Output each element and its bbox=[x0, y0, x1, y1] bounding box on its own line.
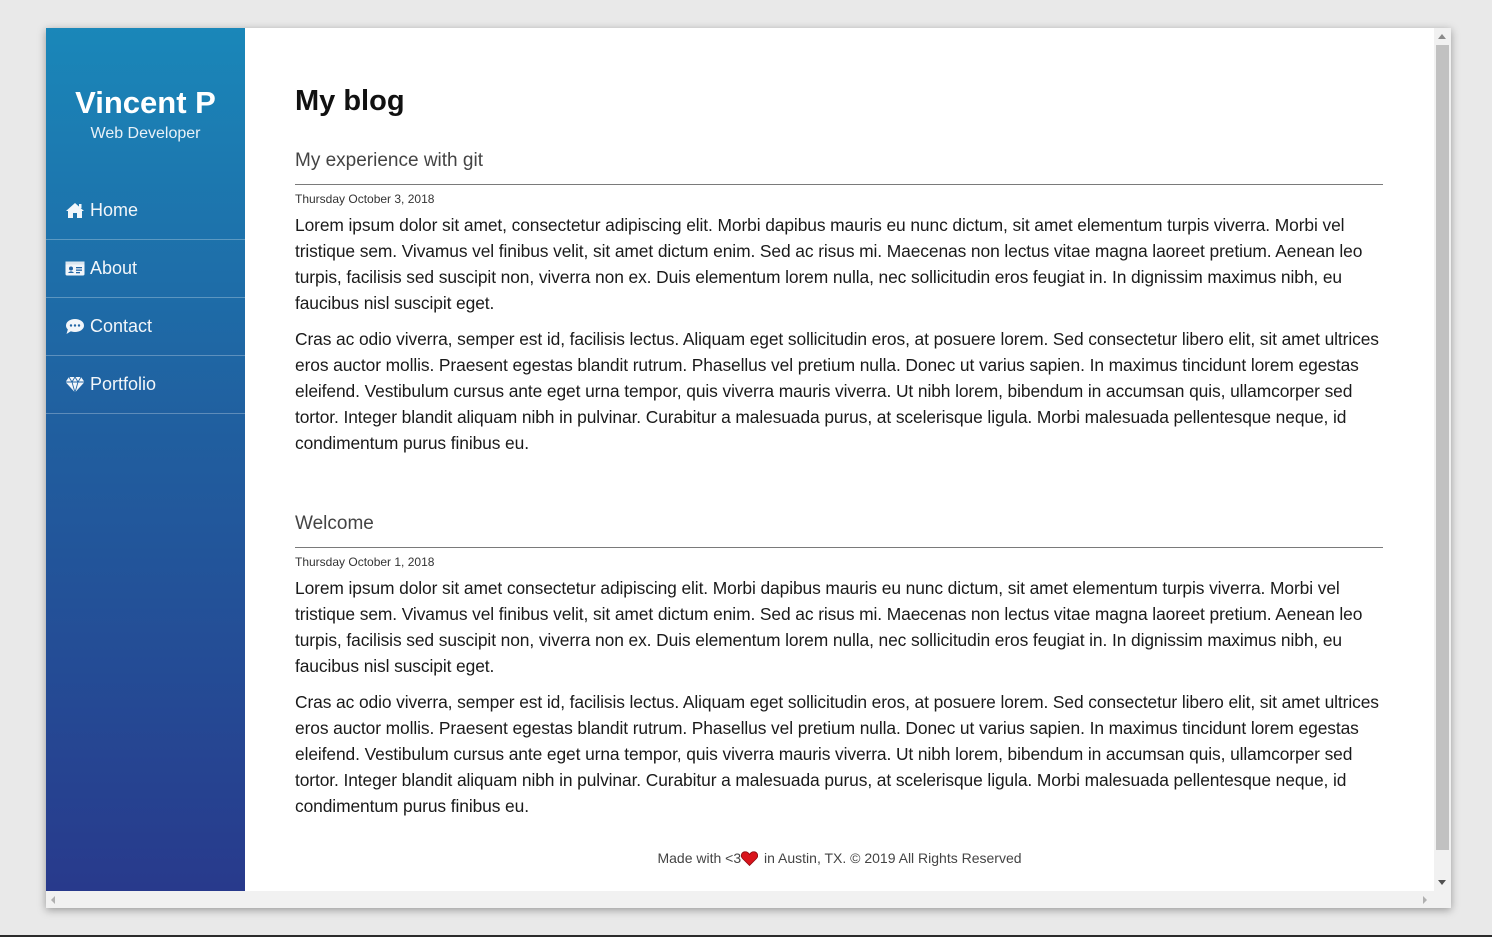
post-paragraph: Cras ac odio viverra, semper est id, fac… bbox=[295, 692, 1379, 816]
blog-post: My experience with git Thursday October … bbox=[295, 149, 1383, 456]
nav-item-label: Portfolio bbox=[90, 374, 157, 394]
vertical-scroll-thumb[interactable] bbox=[1436, 45, 1449, 850]
author-role: Web Developer bbox=[90, 125, 201, 142]
heart-icon bbox=[741, 851, 759, 870]
browser-window: Vincent P Web Developer Home About Conta… bbox=[46, 28, 1451, 908]
nav-item-label: About bbox=[90, 258, 138, 278]
footer: Made with <3 in Austin, TX. © 2019 All R… bbox=[245, 849, 1434, 870]
footer-prefix: Made with <3 bbox=[657, 850, 742, 866]
post-paragraph: Cras ac odio viverra, semper est id, fac… bbox=[295, 329, 1379, 453]
diamond-icon bbox=[65, 376, 85, 394]
main-content: My blog My experience with git Thursday … bbox=[245, 28, 1434, 891]
post-paragraph: Lorem ipsum dolor sit amet consectetur a… bbox=[295, 578, 1363, 676]
scroll-left-icon[interactable] bbox=[51, 896, 55, 904]
blog-post: Welcome Thursday October 1, 2018 Lorem i… bbox=[295, 512, 1383, 819]
vertical-scrollbar[interactable] bbox=[1434, 28, 1451, 891]
post-title[interactable]: Welcome bbox=[295, 512, 1383, 548]
post-title[interactable]: My experience with git bbox=[295, 149, 1383, 185]
scroll-right-icon[interactable] bbox=[1423, 896, 1427, 904]
nav-item-home[interactable]: Home bbox=[46, 182, 245, 240]
post-date: Thursday October 3, 2018 bbox=[295, 192, 435, 206]
sidebar: Vincent P Web Developer Home About Conta… bbox=[46, 28, 245, 891]
post-date: Thursday October 1, 2018 bbox=[295, 555, 435, 569]
footer-suffix: in Austin, TX. © 2019 All Rights Reserve… bbox=[760, 850, 1022, 866]
nav-item-about[interactable]: About bbox=[46, 240, 245, 298]
brand: Vincent P Web Developer bbox=[46, 28, 245, 144]
horizontal-scrollbar[interactable] bbox=[46, 891, 1451, 908]
scroll-down-icon[interactable] bbox=[1438, 880, 1446, 885]
nav-item-portfolio[interactable]: Portfolio bbox=[46, 356, 245, 414]
author-name: Vincent P bbox=[75, 85, 216, 120]
nav-item-contact[interactable]: Contact bbox=[46, 298, 245, 356]
nav-item-label: Home bbox=[90, 200, 139, 220]
page-title: My blog bbox=[295, 85, 405, 117]
id-card-icon bbox=[65, 260, 85, 278]
sidebar-nav: Home About Contact Portfolio bbox=[46, 182, 245, 414]
scroll-up-icon[interactable] bbox=[1438, 34, 1446, 39]
nav-item-label: Contact bbox=[90, 316, 153, 336]
post-paragraph: Lorem ipsum dolor sit amet, consectetur … bbox=[295, 215, 1363, 313]
home-icon bbox=[65, 202, 85, 220]
chat-icon bbox=[65, 318, 85, 336]
